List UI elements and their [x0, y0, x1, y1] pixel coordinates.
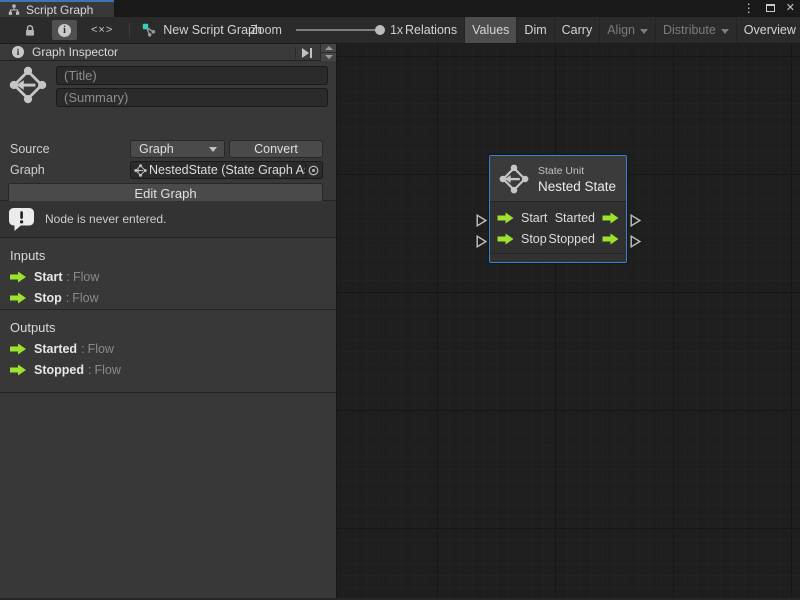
nested-state-node[interactable]: State Unit Nested State Start Started St…	[489, 155, 627, 263]
edit-graph-button[interactable]: Edit Graph	[8, 183, 323, 203]
script-graph-tab-icon	[8, 4, 20, 16]
toolbar-right-group: Relations Values Dim Carry Align Distrib…	[398, 17, 800, 43]
flow-arrow-icon	[10, 292, 26, 304]
dim-button[interactable]: Dim	[516, 17, 553, 43]
graph-asset-icon	[142, 23, 156, 37]
input-port-start: Start : Flow	[10, 270, 336, 284]
output-port-stopped: Stopped : Flow	[10, 363, 336, 377]
source-dropdown[interactable]: Graph	[130, 140, 225, 158]
inputs-section: Inputs Start : Flow Stop : Flow	[0, 238, 336, 310]
scroll-down-button[interactable]	[321, 52, 336, 61]
inspector-toggle-button[interactable]: i	[52, 20, 77, 40]
flow-input-port-icon[interactable]	[497, 233, 514, 245]
maximize-icon[interactable]	[766, 4, 775, 12]
external-input-port[interactable]	[476, 235, 487, 248]
new-script-graph-button[interactable]: New Script Graph	[136, 23, 268, 37]
graph-toolbar: i <×> New Script Graph Zoom 1x	[0, 17, 800, 44]
values-button[interactable]: Values	[464, 17, 516, 43]
external-output-port[interactable]	[630, 214, 641, 227]
chevron-down-icon	[640, 29, 648, 34]
flow-output-port-icon[interactable]	[602, 212, 619, 224]
object-picker-button[interactable]	[305, 162, 320, 178]
toolbar-separator	[129, 23, 130, 37]
node-header[interactable]: State Unit Nested State	[490, 156, 626, 201]
tab-script-graph[interactable]: Script Graph	[0, 0, 114, 17]
toolbar-left-group: i <×> New Script Graph	[0, 17, 268, 43]
zoom-slider[interactable]	[296, 29, 380, 31]
overview-button[interactable]: Overview	[736, 17, 800, 43]
zoom-slider-handle[interactable]	[375, 25, 385, 35]
triangle-up-icon	[325, 46, 333, 50]
inspector-header: i Graph Inspector	[0, 44, 336, 61]
distribute-dropdown[interactable]: Distribute	[655, 17, 736, 43]
outputs-title: Outputs	[10, 320, 336, 335]
flow-arrow-icon	[10, 343, 26, 355]
flow-arrow-icon	[10, 271, 26, 283]
panel-scrollbar	[320, 44, 336, 61]
inspector-title: Graph Inspector	[32, 45, 118, 59]
unity-script-graph-window: Script Graph ⋮ ✕ i <×>	[0, 0, 800, 600]
relations-button[interactable]: Relations	[398, 17, 464, 43]
chevron-down-icon	[721, 29, 729, 34]
new-script-graph-label: New Script Graph	[163, 23, 262, 37]
graph-object-field[interactable]: NestedState (State Graph As	[130, 161, 323, 179]
overflow-menu-icon[interactable]: ⋮	[743, 2, 755, 14]
zoom-label: Zoom	[250, 23, 282, 37]
external-output-port[interactable]	[630, 235, 641, 248]
scroll-up-button[interactable]	[321, 44, 336, 52]
tab-title: Script Graph	[26, 3, 93, 17]
info-icon: i	[58, 24, 71, 37]
node-footer	[490, 253, 626, 262]
info-icon: i	[12, 46, 24, 58]
lock-icon	[24, 24, 36, 37]
tab-bar: Script Graph ⋮ ✕	[0, 0, 800, 17]
output-port-started: Started : Flow	[10, 342, 336, 356]
warning-icon	[8, 207, 35, 232]
node-title: Nested State	[538, 179, 616, 194]
inspector-header-controls	[295, 44, 336, 61]
state-unit-icon	[499, 164, 529, 194]
title-field[interactable]	[56, 66, 328, 85]
zoom-control: Zoom 1x	[250, 17, 403, 43]
code-icon: <×>	[91, 24, 113, 36]
flow-output-port-icon[interactable]	[602, 233, 619, 245]
triangle-down-icon	[325, 55, 333, 59]
flow-arrow-icon	[10, 364, 26, 376]
separator	[295, 47, 296, 59]
outputs-section: Outputs Started : Flow Stopped : Flow	[0, 310, 336, 393]
node-ports: Start Started Stop Stopped	[490, 201, 626, 253]
code-view-button[interactable]: <×>	[85, 20, 119, 40]
graph-properties-section: Source Graph Convert Graph NestedState (…	[0, 61, 336, 201]
graph-canvas[interactable]: State Unit Nested State Start Started St…	[337, 44, 800, 600]
summary-field[interactable]	[56, 88, 328, 107]
convert-button[interactable]: Convert	[229, 140, 323, 158]
align-dropdown[interactable]: Align	[599, 17, 655, 43]
close-icon[interactable]: ✕	[786, 3, 795, 14]
carry-button[interactable]: Carry	[554, 17, 600, 43]
warning-box: Node is never entered.	[0, 201, 336, 238]
object-picker-icon	[307, 164, 320, 177]
graph-inspector-panel: i Graph Inspector Source	[0, 44, 337, 600]
node-port-row: Stop Stopped	[497, 228, 619, 249]
external-input-port[interactable]	[476, 214, 487, 227]
dock-icon	[302, 48, 309, 58]
state-unit-icon	[9, 66, 47, 104]
state-graph-asset-icon	[134, 164, 147, 177]
graph-field-label: Graph	[10, 163, 45, 177]
chevron-down-icon	[209, 147, 217, 152]
inputs-title: Inputs	[10, 248, 336, 263]
source-label: Source	[10, 142, 50, 156]
node-port-row: Start Started	[497, 207, 619, 228]
window-controls: ⋮ ✕	[743, 0, 795, 16]
warning-text: Node is never entered.	[45, 212, 166, 226]
dock-panel-button[interactable]	[302, 48, 312, 58]
lock-button[interactable]	[18, 20, 42, 40]
node-kind-label: State Unit	[538, 165, 616, 177]
input-port-stop: Stop : Flow	[10, 291, 336, 305]
flow-input-port-icon[interactable]	[497, 212, 514, 224]
